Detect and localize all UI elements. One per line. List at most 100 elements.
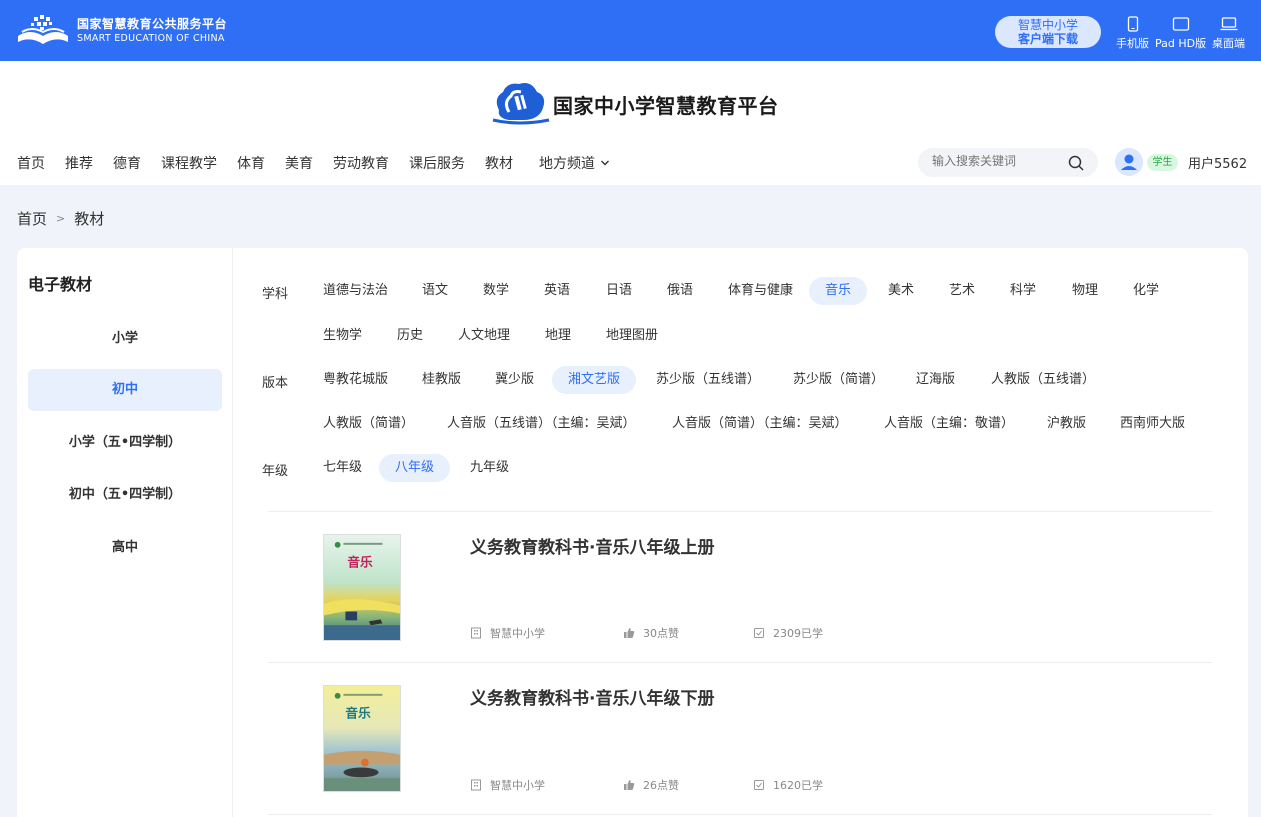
- subject-chip[interactable]: 地理: [529, 322, 587, 350]
- site-logo-icon[interactable]: [489, 80, 551, 126]
- subject-chip[interactable]: 俄语: [651, 277, 709, 305]
- subject-chip[interactable]: 道德与法治: [307, 277, 404, 305]
- search-input[interactable]: [932, 154, 1062, 168]
- subject-chip[interactable]: 历史: [381, 322, 439, 350]
- nav-textbook[interactable]: 教材: [485, 153, 513, 173]
- book-learners-text: 1620已学: [773, 779, 823, 792]
- subject-chip[interactable]: 英语: [528, 277, 586, 305]
- book-learners: 1620已学: [753, 777, 823, 793]
- book-likes: 26点赞: [623, 777, 679, 793]
- nav-local-channel[interactable]: 地方频道: [539, 153, 610, 173]
- sidebar-item-primary[interactable]: 小学: [28, 318, 222, 360]
- search-icon[interactable]: [1067, 154, 1085, 172]
- brand-name: 国家智慧教育公共服务平台: [77, 17, 228, 31]
- breadcrumb: 首页 > 教材: [17, 208, 104, 229]
- subject-chip[interactable]: 地理图册: [590, 322, 674, 350]
- edition-chip[interactable]: 沪教版: [1031, 410, 1102, 438]
- nav-home[interactable]: 首页: [17, 153, 45, 173]
- edition-chip[interactable]: 人音版（主编：敬谱）: [868, 410, 1030, 438]
- sidebar: 电子教材 小学 初中 小学（五•四学制） 初中（五•四学制） 高中: [17, 248, 233, 817]
- nav-arts[interactable]: 美育: [285, 153, 313, 173]
- brand[interactable]: 国家智慧教育公共服务平台 SMART EDUCATION OF CHINA: [16, 14, 227, 48]
- divider: [268, 814, 1212, 815]
- phone-icon: [1127, 16, 1138, 32]
- edition-chip[interactable]: 苏少版（五线谱）: [640, 366, 776, 394]
- edition-chip[interactable]: 辽海版: [900, 366, 971, 394]
- book-likes-text: 26点赞: [643, 779, 679, 792]
- grade-chip[interactable]: 七年级: [307, 454, 378, 482]
- username[interactable]: 用户5562: [1188, 153, 1247, 172]
- study-record-icon: [754, 780, 764, 790]
- subject-chip[interactable]: 科学: [994, 277, 1052, 305]
- subject-chip[interactable]: 艺术: [933, 277, 991, 305]
- subject-chip[interactable]: 数学: [467, 277, 525, 305]
- subject-filter-label: 学科: [262, 287, 289, 302]
- breadcrumb-current: 教材: [74, 210, 105, 228]
- nav-recommend[interactable]: 推荐: [65, 153, 93, 173]
- book-likes: 30点赞: [623, 625, 679, 641]
- nav-moral[interactable]: 德育: [113, 153, 141, 173]
- book-title[interactable]: 义务教育教科书·音乐八年级上册: [470, 533, 714, 558]
- sidebar-item-junior-54[interactable]: 初中（五•四学制）: [28, 474, 222, 516]
- device-pad[interactable]: Pad HD版: [1155, 16, 1206, 51]
- sidebar-item-primary-54[interactable]: 小学（五•四学制）: [28, 422, 222, 464]
- book-cover-image[interactable]: 音乐: [323, 534, 401, 641]
- subject-chip[interactable]: 语文: [406, 277, 464, 305]
- edition-chip[interactable]: 人教版（五线谱）: [975, 366, 1111, 394]
- sidebar-title: 电子教材: [28, 275, 93, 294]
- edition-chip[interactable]: 桂教版: [406, 366, 477, 394]
- subject-chip-selected[interactable]: 音乐: [809, 277, 868, 305]
- brand-name-en: SMART EDUCATION OF CHINA: [77, 33, 225, 44]
- sidebar-item-senior[interactable]: 高中: [28, 527, 222, 569]
- download-line1: 智慧中小学: [1017, 18, 1078, 32]
- edition-chip[interactable]: 人教版（简谱）: [307, 410, 430, 438]
- thumbs-up-icon: [624, 780, 635, 790]
- book-cover-title: 音乐: [347, 554, 373, 569]
- book-source-text: 智慧中小学: [490, 627, 545, 640]
- edition-chip[interactable]: 人音版（五线谱）（主编：吴斌）: [431, 410, 652, 438]
- edition-chip[interactable]: 苏少版（简谱）: [777, 366, 900, 394]
- device-mobile[interactable]: 手机版: [1116, 16, 1149, 51]
- nav-pe[interactable]: 体育: [237, 153, 265, 173]
- book-cover-image[interactable]: 音乐: [323, 685, 401, 792]
- edition-chip[interactable]: 人音版（简谱）（主编：吴斌）: [656, 410, 864, 438]
- device-desktop-label: 桌面端: [1212, 37, 1245, 50]
- device-desktop[interactable]: 桌面端: [1212, 16, 1245, 51]
- user-avatar-icon[interactable]: [1115, 148, 1143, 176]
- site-title: 国家中小学智慧教育平台: [553, 94, 779, 118]
- nav-course[interactable]: 课程教学: [161, 153, 217, 173]
- breadcrumb-separator-icon: >: [56, 212, 66, 225]
- device-mobile-label: 手机版: [1116, 37, 1149, 50]
- book-learners-text: 2309已学: [773, 627, 823, 640]
- book-item[interactable]: 音乐 义务教育教科书·音乐八年级下册 智慧中小学 26点赞 1620已学: [268, 663, 1212, 815]
- grade-filter-label: 年级: [262, 464, 289, 479]
- breadcrumb-home[interactable]: 首页: [17, 208, 47, 229]
- subject-chip[interactable]: 日语: [590, 277, 648, 305]
- book-item[interactable]: 音乐 义务教育教科书·音乐八年级上册 智慧中小学 30点赞 2309已学: [268, 512, 1212, 664]
- edition-chip-selected[interactable]: 湘文艺版: [552, 366, 637, 394]
- edition-chip[interactable]: 冀少版: [479, 366, 550, 394]
- client-download-button[interactable]: 智慧中小学 客户端下载: [995, 16, 1101, 48]
- subject-chip[interactable]: 化学: [1117, 277, 1175, 305]
- nav-local-channel-label: 地方频道: [539, 156, 595, 172]
- device-pad-label: Pad HD版: [1155, 37, 1207, 50]
- nav-labor[interactable]: 劳动教育: [333, 153, 389, 173]
- sidebar-item-junior[interactable]: 初中: [28, 369, 222, 411]
- grade-chip[interactable]: 九年级: [454, 454, 525, 482]
- nav-afterschool[interactable]: 课后服务: [409, 153, 465, 173]
- subject-chip[interactable]: 体育与健康: [712, 277, 809, 305]
- book-source: 智慧中小学: [470, 625, 545, 641]
- subject-chip[interactable]: 生物学: [307, 322, 378, 350]
- book-source-text: 智慧中小学: [490, 779, 545, 792]
- subject-chip[interactable]: 人文地理: [442, 322, 526, 350]
- main-nav: 首页 推荐 德育 课程教学 体育 美育 劳动教育 课后服务 教材 地方频道: [17, 153, 630, 173]
- building-icon: [471, 627, 481, 639]
- edition-chip[interactable]: 粤教花城版: [307, 366, 404, 394]
- chevron-down-icon: [601, 160, 609, 166]
- subject-chip[interactable]: 美术: [872, 277, 930, 305]
- book-learners: 2309已学: [753, 625, 823, 641]
- edition-chip[interactable]: 西南师大版: [1104, 410, 1201, 438]
- book-title[interactable]: 义务教育教科书·音乐八年级下册: [470, 684, 714, 709]
- grade-chip-selected[interactable]: 八年级: [379, 454, 451, 482]
- subject-chip[interactable]: 物理: [1056, 277, 1114, 305]
